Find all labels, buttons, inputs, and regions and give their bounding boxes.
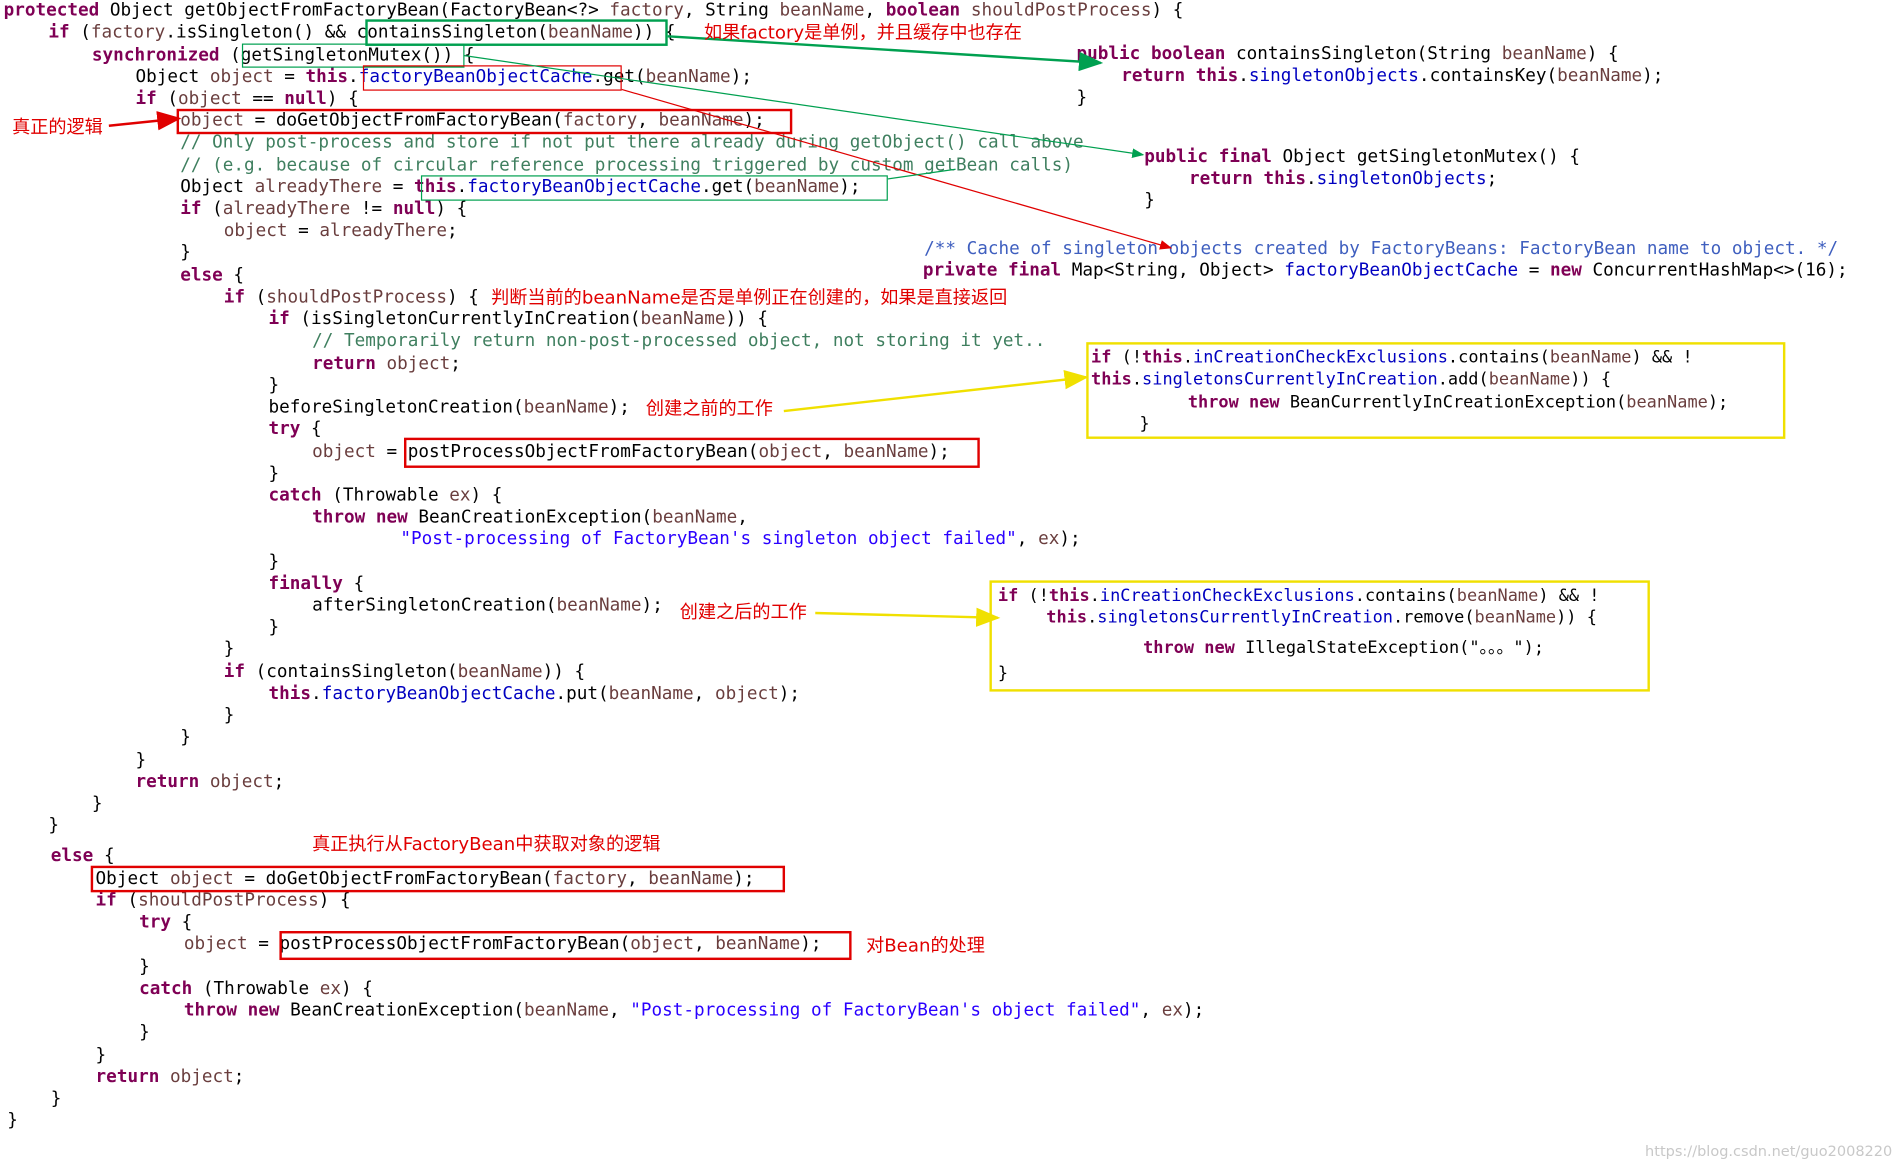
note-factory-singleton: 如果factory是单例，并且缓存中也存在: [703, 21, 1022, 44]
arrow-factory-cache: [621, 88, 1173, 250]
note-check-creation: 判断当前的beanName是否是单例正在创建的，如果是直接返回: [491, 286, 1008, 309]
arrow-real-logic: [108, 111, 182, 131]
note-after-creation: 创建之后的工作: [679, 600, 807, 623]
watermark: https://blog.csdn.net/guo20082200: [1645, 1142, 1892, 1160]
code-screenshot: protected Object getObjectFromFactoryBea…: [0, 0, 1892, 1168]
annotation-arrows: [108, 35, 1173, 627]
arrow-after-creation: [815, 607, 1001, 627]
arrow-get-singleton-mutex: [464, 55, 1145, 158]
note-real-logic: 真正的逻辑: [12, 116, 103, 138]
arrow-already-there: [887, 168, 956, 180]
note-bean-processing: 对Bean的处理: [866, 934, 985, 957]
arrow-before-creation: [783, 370, 1089, 413]
note-before-creation: 创建之前的工作: [645, 397, 773, 420]
note-real-factory-logic: 真正执行从FactoryBean中获取对象的逻辑: [312, 833, 661, 855]
